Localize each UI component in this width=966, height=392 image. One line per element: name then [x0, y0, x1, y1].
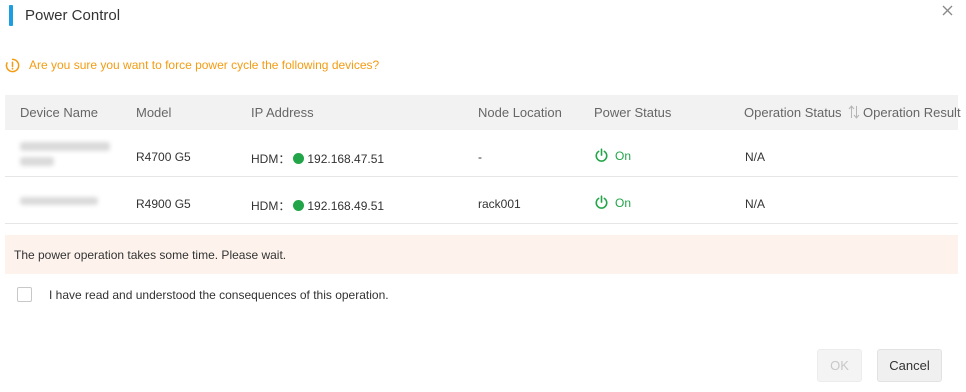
- sort-icon[interactable]: [848, 105, 860, 119]
- column-operation-status: Operation Status: [744, 105, 842, 120]
- cancel-button[interactable]: Cancel: [877, 349, 942, 382]
- ip-label: HDM：: [251, 152, 291, 166]
- node-location-cell: rack001: [478, 197, 521, 211]
- devices-table: Device Name Model IP Address Node Locati…: [5, 95, 961, 224]
- table-row: R4900 G5 HDM： 192.168.49.51 rack001 On N/…: [5, 177, 958, 224]
- device-name-redacted: [20, 197, 98, 205]
- column-power-status: Power Status: [594, 105, 672, 120]
- warning-message: Are you sure you want to force power cyc…: [5, 57, 379, 73]
- column-node-location: Node Location: [478, 105, 562, 120]
- close-icon[interactable]: [940, 3, 956, 19]
- column-operation-result: Operation Result: [863, 105, 961, 120]
- ip-cell: HDM： 192.168.47.51: [251, 150, 384, 167]
- power-icon: [595, 148, 608, 162]
- ok-button[interactable]: OK: [817, 349, 862, 382]
- device-name-redacted: [20, 142, 110, 151]
- ip-label: HDM：: [251, 199, 291, 213]
- status-dot-icon: [293, 200, 305, 211]
- operation-status-cell: N/A: [745, 150, 766, 164]
- ip-cell: HDM： 192.168.49.51: [251, 197, 384, 214]
- power-status-cell: On: [594, 195, 631, 210]
- dialog-header: Power Control: [0, 0, 966, 34]
- power-status-text: On: [615, 148, 632, 163]
- device-name-redacted: [20, 157, 54, 166]
- warning-text: Are you sure you want to force power cyc…: [29, 58, 380, 72]
- consequences-checkbox[interactable]: [17, 287, 32, 302]
- operation-status-cell: N/A: [745, 197, 766, 211]
- table-header: Device Name Model IP Address Node Locati…: [5, 95, 961, 130]
- wait-notice: The power operation takes some time. Ple…: [5, 235, 958, 274]
- power-control-dialog: Power Control Are you sure you want to f…: [0, 0, 966, 392]
- power-status-text: On: [615, 195, 632, 210]
- dialog-title: Power Control: [25, 7, 121, 24]
- ip-value: 192.168.49.51: [307, 199, 385, 213]
- model-cell: R4900 G5: [136, 197, 191, 211]
- consequences-label: I have read and understood the consequen…: [49, 287, 389, 302]
- power-icon: [595, 195, 608, 209]
- column-ip-address: IP Address: [251, 105, 314, 120]
- notice-text: The power operation takes some time. Ple…: [14, 248, 287, 262]
- table-row: R4700 G5 HDM： 192.168.47.51 - On N/A: [5, 130, 958, 177]
- model-cell: R4700 G5: [136, 150, 191, 164]
- consequences-confirm: I have read and understood the consequen…: [17, 287, 389, 302]
- column-model: Model: [136, 105, 172, 120]
- ip-value: 192.168.47.51: [307, 152, 385, 166]
- power-status-cell: On: [594, 148, 631, 163]
- column-device-name: Device Name: [20, 105, 99, 120]
- warning-circle-icon: [5, 58, 20, 72]
- title-accent-bar: [9, 5, 13, 26]
- node-location-cell: -: [478, 150, 482, 164]
- status-dot-icon: [293, 153, 305, 164]
